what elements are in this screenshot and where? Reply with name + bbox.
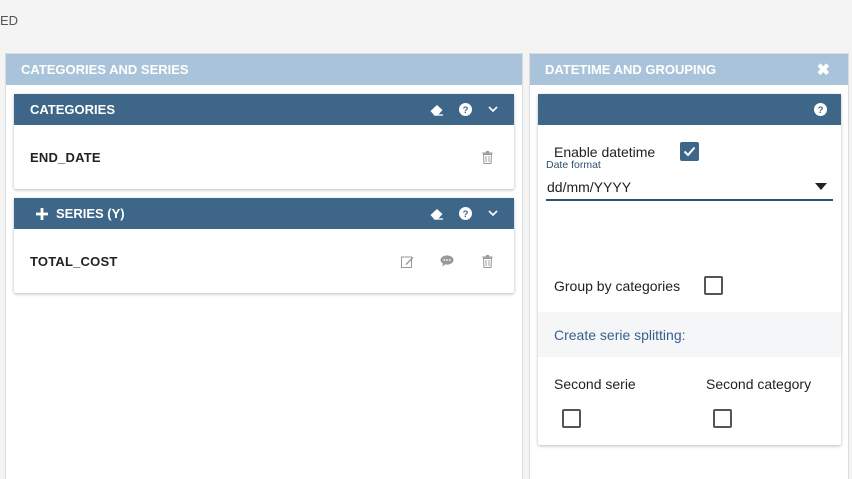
help-icon[interactable]: ?: [458, 103, 472, 117]
eraser-icon[interactable]: [430, 207, 444, 221]
close-icon[interactable]: ✖: [817, 60, 830, 80]
eraser-icon[interactable]: [430, 103, 444, 117]
topbar-label: ED: [0, 13, 19, 28]
series-card-header: SERIES (Y) ?: [14, 198, 514, 229]
categories-title: CATEGORIES: [30, 102, 115, 117]
series-card: SERIES (Y) ? TOTAL_COST: [14, 198, 514, 293]
group-by-categories-checkbox[interactable]: [704, 276, 723, 295]
categories-card-header: CATEGORIES ?: [14, 94, 514, 125]
panel-title: CATEGORIES AND SERIES: [21, 62, 189, 77]
second-serie-checkbox[interactable]: [562, 409, 581, 428]
help-icon[interactable]: ?: [458, 207, 472, 221]
series-row: TOTAL_COST: [14, 229, 514, 293]
date-format-value: dd/mm/YYYY: [547, 178, 632, 195]
svg-text:?: ?: [462, 105, 468, 116]
date-format-label: Date format: [546, 159, 601, 171]
datetime-card: ? Enable datetime Date format dd/mm/YYYY…: [538, 94, 841, 445]
edit-icon[interactable]: [400, 254, 414, 268]
create-serie-splitting-link[interactable]: Create serie splitting:: [538, 312, 841, 357]
create-serie-splitting-label: Create serie splitting:: [554, 326, 686, 343]
categories-and-series-panel: CATEGORIES AND SERIES CATEGORIES ? END_D…: [5, 53, 523, 479]
datetime-grouping-panel-header: DATETIME AND GROUPING ✖: [530, 54, 848, 85]
trash-icon[interactable]: [480, 254, 494, 268]
category-row: END_DATE: [14, 125, 514, 189]
help-icon[interactable]: ?: [813, 103, 827, 117]
comment-icon[interactable]: [440, 254, 454, 268]
datetime-card-header: ?: [538, 94, 841, 125]
second-serie-label: Second serie: [554, 376, 636, 392]
chevron-down-icon[interactable]: [486, 103, 500, 117]
dropdown-arrow-icon: [815, 183, 827, 190]
enable-datetime-label: Enable datetime: [554, 144, 656, 160]
second-category-label: Second category: [706, 376, 812, 392]
panel-title: DATETIME AND GROUPING: [545, 62, 717, 77]
trash-icon[interactable]: [480, 150, 494, 164]
svg-text:?: ?: [462, 209, 468, 220]
plus-icon[interactable]: [36, 207, 48, 220]
date-format-select[interactable]: dd/mm/YYYY: [546, 174, 833, 201]
category-name: END_DATE: [30, 149, 101, 165]
svg-text:?: ?: [817, 105, 823, 116]
enable-datetime-checkbox[interactable]: [680, 142, 699, 161]
series-title: SERIES (Y): [56, 206, 125, 221]
chevron-down-icon[interactable]: [486, 207, 500, 221]
categories-series-panel-header: CATEGORIES AND SERIES: [6, 54, 522, 85]
datetime-grouping-panel: DATETIME AND GROUPING ✖ ? Enable datetim…: [529, 53, 849, 479]
series-name: TOTAL_COST: [30, 253, 118, 269]
second-category-checkbox[interactable]: [713, 409, 732, 428]
group-by-categories-label: Group by categories: [554, 278, 681, 294]
categories-card: CATEGORIES ? END_DATE: [14, 94, 514, 189]
